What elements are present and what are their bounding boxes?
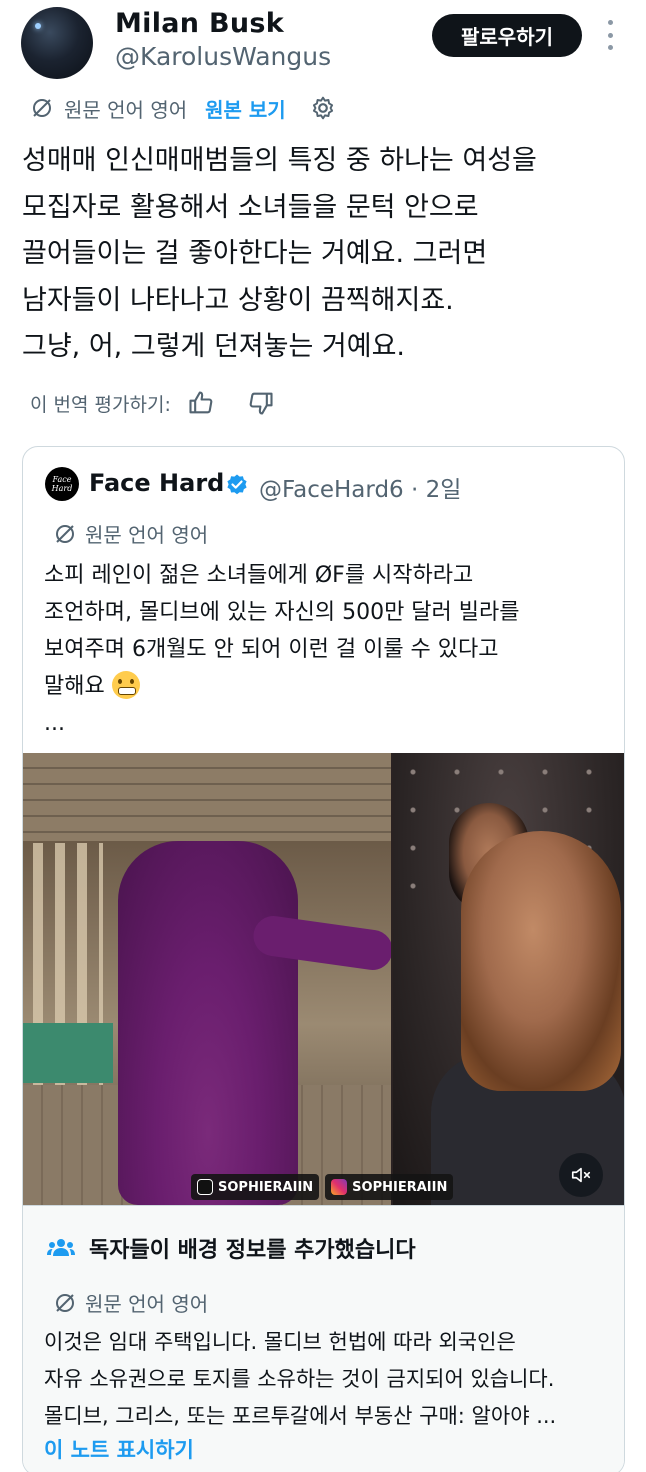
quoted-ellipsis: ... (44, 711, 65, 736)
people-icon (47, 1239, 75, 1256)
video-frame-left (23, 753, 396, 1205)
translate-icon (56, 524, 74, 543)
mute-button[interactable] (559, 1153, 603, 1197)
original-language-label: 원문 언어 영어 (85, 1292, 209, 1316)
translation-row: 원문 언어 영어 원본 보기 (30, 92, 336, 124)
translate-icon (33, 99, 51, 117)
quoted-tweet-card[interactable]: Face Hard Face Hard @FaceHard6 · 2일 원문 언… (22, 446, 625, 1472)
tweet-line: 모집자로 활용해서 소녀들을 문턱 안으로 (22, 191, 479, 223)
thumbs-down-icon[interactable] (247, 389, 275, 417)
note-line: 자유 소유권으로 토지를 소유하는 것이 금지되어 있습니다. (44, 1367, 555, 1391)
translate-icon (56, 1293, 74, 1312)
tiktok-username: SOPHIERAIIN (218, 1179, 314, 1195)
author-display-name[interactable]: Milan Busk (115, 8, 284, 39)
quoted-text: 소피 레인이 젊은 소녀들에게 ØF를 시작하라고 조언하며, 몰디브에 있는 … (44, 557, 614, 742)
community-note-title: 독자들이 배경 정보를 추가했습니다 (47, 1232, 416, 1264)
follow-button[interactable]: 팔로우하기 (432, 14, 582, 57)
video-watermark: SOPHIERAIIN SOPHIERAIIN (191, 1173, 454, 1201)
grimacing-face-emoji-icon (111, 671, 140, 699)
author-handle[interactable]: @KarolusWangus (115, 42, 331, 71)
original-language-label: 원문 언어 영어 (64, 97, 188, 122)
instagram-watermark: SOPHIERAIIN (325, 1174, 454, 1200)
video-player[interactable]: SOPHIERAIIN SOPHIERAIIN (23, 753, 624, 1205)
more-options-icon[interactable] (598, 20, 622, 50)
thumbs-up-icon[interactable] (187, 389, 215, 417)
speaker-muted-icon (571, 1167, 591, 1183)
quoted-line: 말해요 (44, 674, 105, 699)
note-line: 이것은 임대 주택입니다. 몰디브 헌법에 따라 외국인은 (44, 1330, 516, 1354)
show-note-link[interactable]: 이 노트 표시하기 (44, 1434, 194, 1464)
tweet-line: 성매매 인신매매범들의 특징 중 하나는 여성을 (22, 145, 537, 176)
note-translation-row: 원문 언어 영어 (53, 1288, 208, 1317)
quoted-display-name[interactable]: Face Hard (89, 469, 224, 497)
quoted-avatar[interactable]: Face Hard (45, 467, 79, 501)
community-note-text: 이것은 임대 주택입니다. 몰디브 헌법에 따라 외국인은 자유 소유권으로 토… (44, 1324, 614, 1435)
tweet-line: 끌어들이는 걸 좋아한다는 거예요. 그러면 (22, 238, 488, 269)
instagram-username: SOPHIERAIIN (352, 1179, 448, 1195)
quoted-line: 조언하며, 몰디브에 있는 자신의 500만 달러 빌라를 (44, 600, 520, 625)
author-avatar[interactable] (21, 7, 93, 79)
tiktok-icon (197, 1179, 213, 1195)
quoted-line: 보여주며 6개월도 안 되어 이런 걸 이룰 수 있다고 (44, 637, 499, 662)
gear-icon[interactable] (310, 95, 336, 121)
tweet-text: 성매매 인신매매범들의 특징 중 하나는 여성을 모집자로 활용해서 소녀들을 … (22, 138, 622, 371)
video-frame-right (391, 753, 624, 1205)
tweet-line: 그냥, 어, 그렇게 던져놓는 거예요. (22, 331, 405, 362)
note-line: 몰디브, 그리스, 또는 포르투갈에서 부동산 구매: 알아야 ... (44, 1404, 557, 1428)
tiktok-watermark: SOPHIERAIIN (191, 1174, 320, 1200)
quoted-handle-time[interactable]: @FaceHard6 · 2일 (259, 470, 461, 504)
tweet-line: 남자들이 나타나고 상황이 끔찍해지죠. (22, 284, 454, 316)
verified-badge-icon (227, 474, 247, 495)
community-note: 독자들이 배경 정보를 추가했습니다 원문 언어 영어 이것은 임대 주택입니다… (23, 1205, 624, 1472)
rate-translation-row: 이 번역 평가하기: (30, 386, 275, 420)
view-original-link[interactable]: 원본 보기 (205, 94, 286, 123)
instagram-icon (331, 1179, 348, 1195)
quoted-translation-row: 원문 언어 영어 (53, 519, 208, 548)
rate-translation-label: 이 번역 평가하기: (30, 393, 171, 416)
frame-divider (391, 753, 393, 1205)
original-language-label: 원문 언어 영어 (85, 523, 209, 547)
quoted-line: 소피 레인이 젊은 소녀들에게 ØF를 시작하라고 (44, 563, 474, 588)
community-note-heading: 독자들이 배경 정보를 추가했습니다 (89, 1238, 416, 1263)
